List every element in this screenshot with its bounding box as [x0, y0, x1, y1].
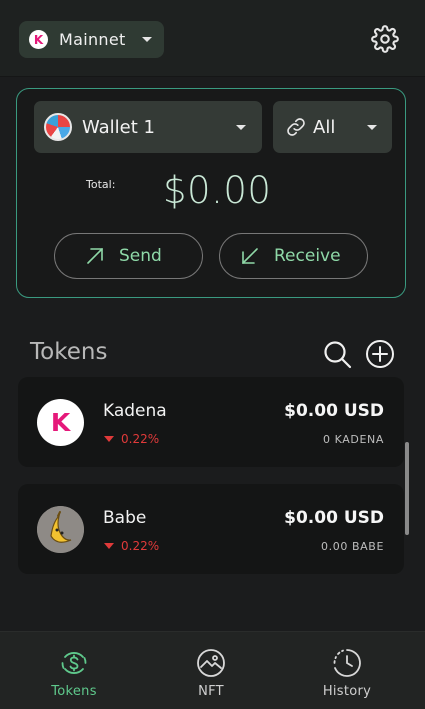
clock-history-icon: [333, 649, 361, 677]
chevron-down-icon: [141, 37, 152, 42]
top-bar: K Mainnet: [0, 0, 425, 77]
token-usd-value: $0.00 USD: [284, 508, 384, 528]
scrollbar[interactable]: [405, 442, 409, 535]
token-amount: 0 KADENA: [322, 433, 384, 446]
receive-button[interactable]: Receive: [219, 233, 368, 279]
send-button[interactable]: Send: [54, 233, 203, 279]
add-token-icon[interactable]: [365, 339, 395, 369]
chevron-down-icon: [367, 125, 377, 130]
wallet-card: Wallet 1 All Total: $0.00 Send Receive: [16, 88, 406, 298]
token-change-value: 0.22%: [121, 539, 160, 553]
image-gallery-icon: [197, 649, 225, 677]
token-usd-value: $0.00 USD: [284, 401, 384, 421]
wallet-avatar-icon: [44, 113, 72, 141]
token-name: Babe: [103, 508, 147, 528]
token-row-kadena[interactable]: K Kadena 0.22% $0.00 USD 0 KADENA: [18, 377, 404, 467]
trend-down-icon: [104, 543, 114, 549]
token-change: 0.22%: [104, 539, 159, 553]
nav-tokens-label: Tokens: [51, 684, 97, 699]
tokens-title: Tokens: [30, 339, 108, 365]
send-label: Send: [119, 246, 162, 266]
dollar-coin-icon: [61, 652, 87, 674]
arrow-up-right-icon: [87, 248, 103, 264]
nav-history[interactable]: History: [307, 632, 387, 709]
search-icon[interactable]: [322, 339, 352, 369]
token-change: 0.22%: [104, 432, 159, 446]
token-amount: 0.00 BABE: [321, 540, 384, 553]
kadena-logo-icon: K: [37, 399, 84, 446]
wallet-label: Wallet 1: [82, 116, 155, 138]
chevron-down-icon: [236, 125, 246, 130]
link-icon: [287, 118, 305, 136]
wallet-selector[interactable]: Wallet 1: [34, 101, 262, 153]
nav-nft-label: NFT: [198, 684, 224, 699]
banana-icon: [37, 506, 84, 553]
filter-selector[interactable]: All: [273, 101, 392, 153]
nav-history-label: History: [322, 684, 372, 699]
kadena-logo-icon: K: [29, 30, 48, 49]
total-balance: $0.00: [163, 169, 272, 212]
bottom-nav: Tokens NFT History: [0, 631, 425, 709]
token-name: Kadena: [103, 401, 167, 421]
network-label: Mainnet: [59, 30, 126, 49]
token-change-value: 0.22%: [121, 432, 160, 446]
nav-nft[interactable]: NFT: [171, 632, 251, 709]
receive-label: Receive: [274, 246, 341, 266]
trend-down-icon: [104, 436, 114, 442]
gear-icon[interactable]: [371, 25, 399, 53]
network-selector[interactable]: K Mainnet: [19, 21, 164, 58]
token-row-babe[interactable]: Babe 0.22% $0.00 USD 0.00 BABE: [18, 484, 404, 574]
arrow-down-left-icon: [242, 248, 258, 264]
nav-tokens[interactable]: Tokens: [34, 632, 114, 709]
filter-label: All: [313, 116, 336, 138]
total-label: Total:: [86, 178, 116, 191]
